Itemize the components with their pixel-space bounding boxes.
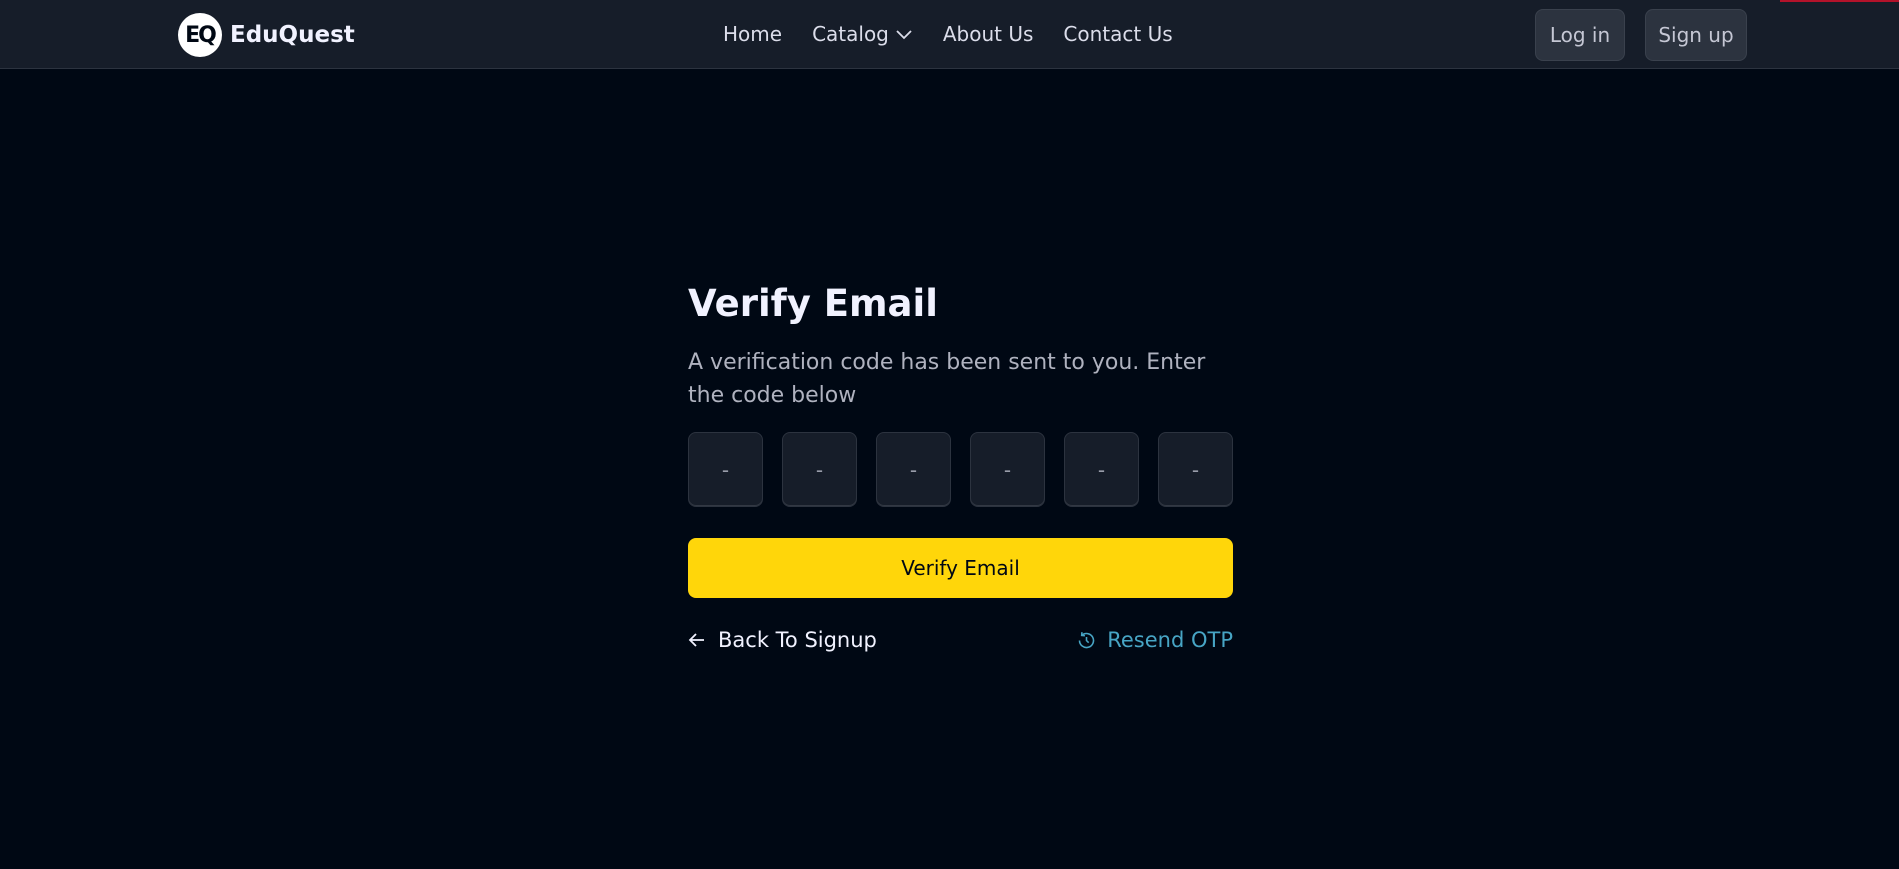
page-title: Verify Email [688, 282, 938, 325]
nav-item-label: Catalog [812, 22, 889, 46]
history-icon [1076, 630, 1097, 651]
nav-item-label: About Us [942, 22, 1034, 46]
resend-otp-link[interactable]: Resend OTP [1076, 628, 1233, 652]
otp-digit-6[interactable] [1158, 432, 1233, 507]
chevron-down-icon [895, 25, 913, 43]
otp-input-group [688, 432, 1233, 507]
verify-instructions: A verification code has been sent to you… [688, 350, 1206, 408]
otp-digit-5[interactable] [1064, 432, 1139, 507]
signup-button[interactable]: Sign up [1645, 9, 1747, 61]
nav-item-label: Home [723, 22, 783, 46]
otp-digit-3[interactable] [876, 432, 951, 507]
nav-item-catalog[interactable]: Catalog [812, 22, 913, 46]
verify-footer-links: Back To Signup Resend OTP [688, 628, 1233, 652]
logo-badge: EQ [178, 13, 222, 57]
otp-digit-1[interactable] [688, 432, 763, 507]
verify-email-card: Verify Email A verification code has bee… [688, 278, 1233, 652]
back-to-signup-link[interactable]: Back To Signup [688, 628, 877, 652]
logo[interactable]: EQ EduQuest [178, 13, 355, 57]
resend-otp-label: Resend OTP [1107, 628, 1233, 652]
back-to-signup-label: Back To Signup [718, 628, 877, 652]
logo-text: EduQuest [230, 22, 355, 48]
login-button[interactable]: Log in [1535, 9, 1625, 61]
main-nav: Home Catalog About Us Contact Us [723, 22, 1173, 46]
nav-item-home[interactable]: Home [723, 22, 782, 46]
nav-item-about-us[interactable]: About Us [943, 22, 1034, 46]
verify-email-button[interactable]: Verify Email [688, 538, 1233, 598]
top-navbar: EQ EduQuest Home Catalog About Us Contac… [0, 0, 1899, 69]
otp-digit-4[interactable] [970, 432, 1045, 507]
nav-item-label: Contact Us [1063, 22, 1173, 46]
arrow-left-icon [688, 631, 706, 649]
nav-item-contact-us[interactable]: Contact Us [1063, 22, 1172, 46]
otp-digit-2[interactable] [782, 432, 857, 507]
top-accent-bar [1780, 0, 1899, 2]
